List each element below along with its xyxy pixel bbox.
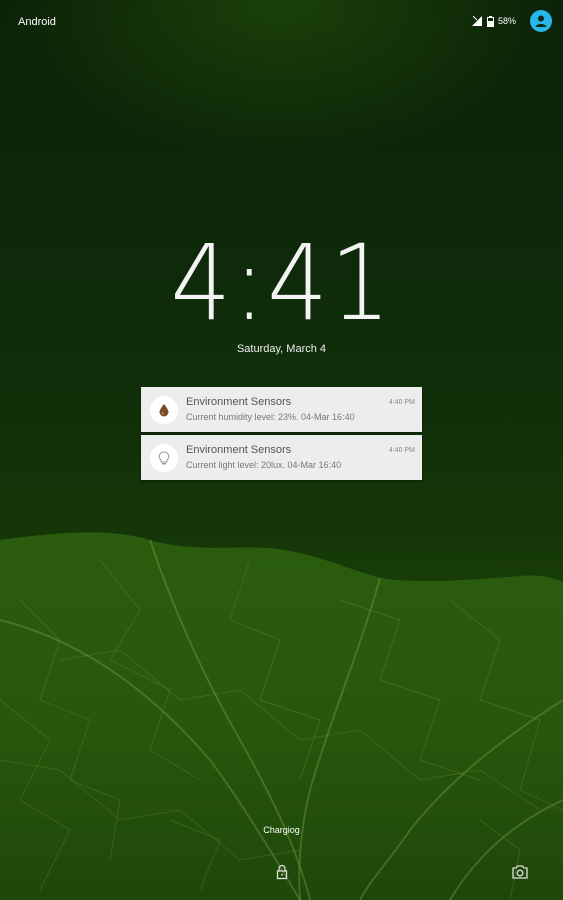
owner-info: Chargiog	[263, 825, 300, 835]
status-bar: Android 58%	[0, 0, 563, 42]
battery-percent: 58%	[497, 16, 516, 26]
battery-icon	[486, 15, 494, 27]
lockscreen-clock: 4:41	[170, 222, 393, 344]
notification-body: Current humidity level: 23%. 04-Mar 16:4…	[186, 412, 355, 422]
lock-icon[interactable]	[274, 864, 290, 880]
signal-icon	[471, 15, 483, 27]
light-bulb-icon	[150, 444, 178, 472]
notification-body: Current light level: 20lux. 04-Mar 16:40	[186, 460, 342, 470]
carrier-label: Android	[18, 16, 56, 28]
humidity-drop-icon	[150, 396, 178, 424]
status-icons: 58%	[471, 10, 552, 32]
user-avatar-icon[interactable]	[530, 10, 552, 32]
notification-time: 4:40 PM	[388, 399, 415, 406]
notification-title: Environment Sensors	[186, 444, 292, 456]
notification-light[interactable]: Environment Sensors Current light level:…	[141, 435, 422, 480]
notification-time: 4:40 PM	[388, 447, 415, 454]
camera-icon[interactable]	[511, 864, 529, 880]
notification-humidity[interactable]: Environment Sensors Current humidity lev…	[141, 387, 422, 432]
lockscreen-date: Saturday, March 4	[236, 343, 327, 355]
notification-title: Environment Sensors	[186, 396, 292, 408]
